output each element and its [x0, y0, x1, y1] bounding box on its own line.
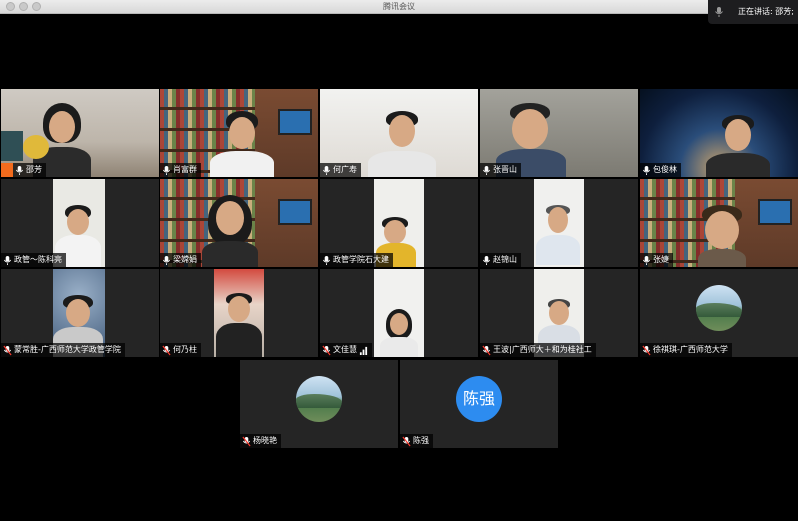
- name-label: 徐祺琪-广西师范大学: [640, 343, 732, 357]
- mic-muted-icon: [322, 345, 331, 355]
- avatar: 陈强: [456, 376, 502, 422]
- participant-name: 徐祺琪-广西师范大学: [653, 345, 728, 354]
- participant-name: 赵锦山: [493, 255, 517, 264]
- video-tile[interactable]: 杨晓艳: [240, 360, 398, 448]
- mic-icon: [642, 255, 651, 265]
- participant-name: 张晋山: [493, 165, 517, 174]
- mic-icon: [322, 165, 331, 175]
- mic-icon: [322, 255, 331, 265]
- mic-icon: [642, 165, 651, 175]
- video-tile[interactable]: 陈强 陈强: [400, 360, 558, 448]
- participant-name: 包俊林: [653, 165, 677, 174]
- participant-name: 梁嫦娟: [173, 255, 197, 264]
- video-tile[interactable]: 徐祺琪-广西师范大学: [640, 269, 798, 357]
- participant-name: 王波|广西师大＋和为桂社工: [493, 345, 592, 354]
- mic-icon: [482, 165, 491, 175]
- mic-muted-icon: [642, 345, 651, 355]
- video-tile[interactable]: 何乃柱: [160, 269, 318, 357]
- mic-muted-icon: [162, 345, 171, 355]
- speaking-label: 正在讲话: 邵芳;: [738, 7, 794, 16]
- name-label: 陈强: [400, 434, 433, 448]
- window-title: 腾讯会议: [383, 2, 415, 11]
- speaking-indicator: 正在讲话: 邵芳;: [708, 0, 798, 24]
- mic-muted-icon: [402, 436, 411, 446]
- window-titlebar: 腾讯会议: [0, 0, 798, 14]
- mic-muted-icon: [3, 345, 12, 355]
- name-label: 张晋山: [480, 163, 521, 177]
- video-tile[interactable]: 文佳慧: [320, 269, 478, 357]
- mic-icon: [715, 7, 723, 17]
- host-icon: [1, 163, 13, 177]
- name-label: 肖富群: [160, 163, 201, 177]
- participant-name: 政管学院石大建: [333, 255, 389, 264]
- video-tile[interactable]: 包俊林: [640, 89, 798, 177]
- video-tile[interactable]: 梁嫦娟: [160, 179, 318, 267]
- video-tile[interactable]: 赵锦山: [480, 179, 638, 267]
- name-label: 梁嫦娟: [160, 253, 201, 267]
- mic-icon: [162, 255, 171, 265]
- name-label: 文佳慧: [320, 343, 372, 357]
- name-label: 包俊林: [640, 163, 681, 177]
- participant-name: 杨晓艳: [253, 436, 277, 445]
- video-grid: 邵芳 肖富群 何广寿 张晋山 包俊林 政管～陈科亮 梁嫦娟 政管学院石大建 赵锦…: [0, 14, 798, 521]
- name-label: 政管～陈科亮: [1, 253, 66, 267]
- name-label: 何乃柱: [160, 343, 201, 357]
- mic-icon: [3, 255, 12, 265]
- name-label: 何广寿: [320, 163, 361, 177]
- name-label: 杨晓艳: [240, 434, 281, 448]
- video-tile[interactable]: 王波|广西师大＋和为桂社工: [480, 269, 638, 357]
- participant-name: 何广寿: [333, 165, 357, 174]
- signal-bars-icon: [359, 346, 368, 355]
- profile-photo: [296, 376, 342, 422]
- name-label: 政管学院石大建: [320, 253, 393, 267]
- participant-name: 文佳慧: [333, 345, 357, 354]
- video-tile[interactable]: 邵芳: [1, 89, 159, 177]
- mic-icon: [15, 165, 24, 175]
- video-tile[interactable]: 张晋山: [480, 89, 638, 177]
- participant-name: 邵芳: [26, 165, 42, 174]
- participant-name: 何乃柱: [173, 345, 197, 354]
- video-tile[interactable]: 蒙常胜-广西师范大学政管学院: [1, 269, 159, 357]
- video-tile[interactable]: 政管学院石大建: [320, 179, 478, 267]
- participant-name: 陈强: [413, 436, 429, 445]
- video-tile[interactable]: 张婕: [640, 179, 798, 267]
- participant-name: 蒙常胜-广西师范大学政管学院: [14, 345, 121, 354]
- name-label: 赵锦山: [480, 253, 521, 267]
- name-label: 张婕: [640, 253, 673, 267]
- video-tile[interactable]: 何广寿: [320, 89, 478, 177]
- participant-name: 政管～陈科亮: [14, 255, 62, 264]
- name-label: 邵芳: [13, 163, 46, 177]
- mic-icon: [482, 255, 491, 265]
- video-tile[interactable]: 肖富群: [160, 89, 318, 177]
- video-tile[interactable]: 政管～陈科亮: [1, 179, 159, 267]
- mic-muted-icon: [482, 345, 491, 355]
- name-label: 王波|广西师大＋和为桂社工: [480, 343, 596, 357]
- mic-icon: [162, 165, 171, 175]
- participant-name: 肖富群: [173, 165, 197, 174]
- profile-photo: [696, 285, 742, 331]
- name-label: 蒙常胜-广西师范大学政管学院: [1, 343, 125, 357]
- mic-muted-icon: [242, 436, 251, 446]
- participant-name: 张婕: [653, 255, 669, 264]
